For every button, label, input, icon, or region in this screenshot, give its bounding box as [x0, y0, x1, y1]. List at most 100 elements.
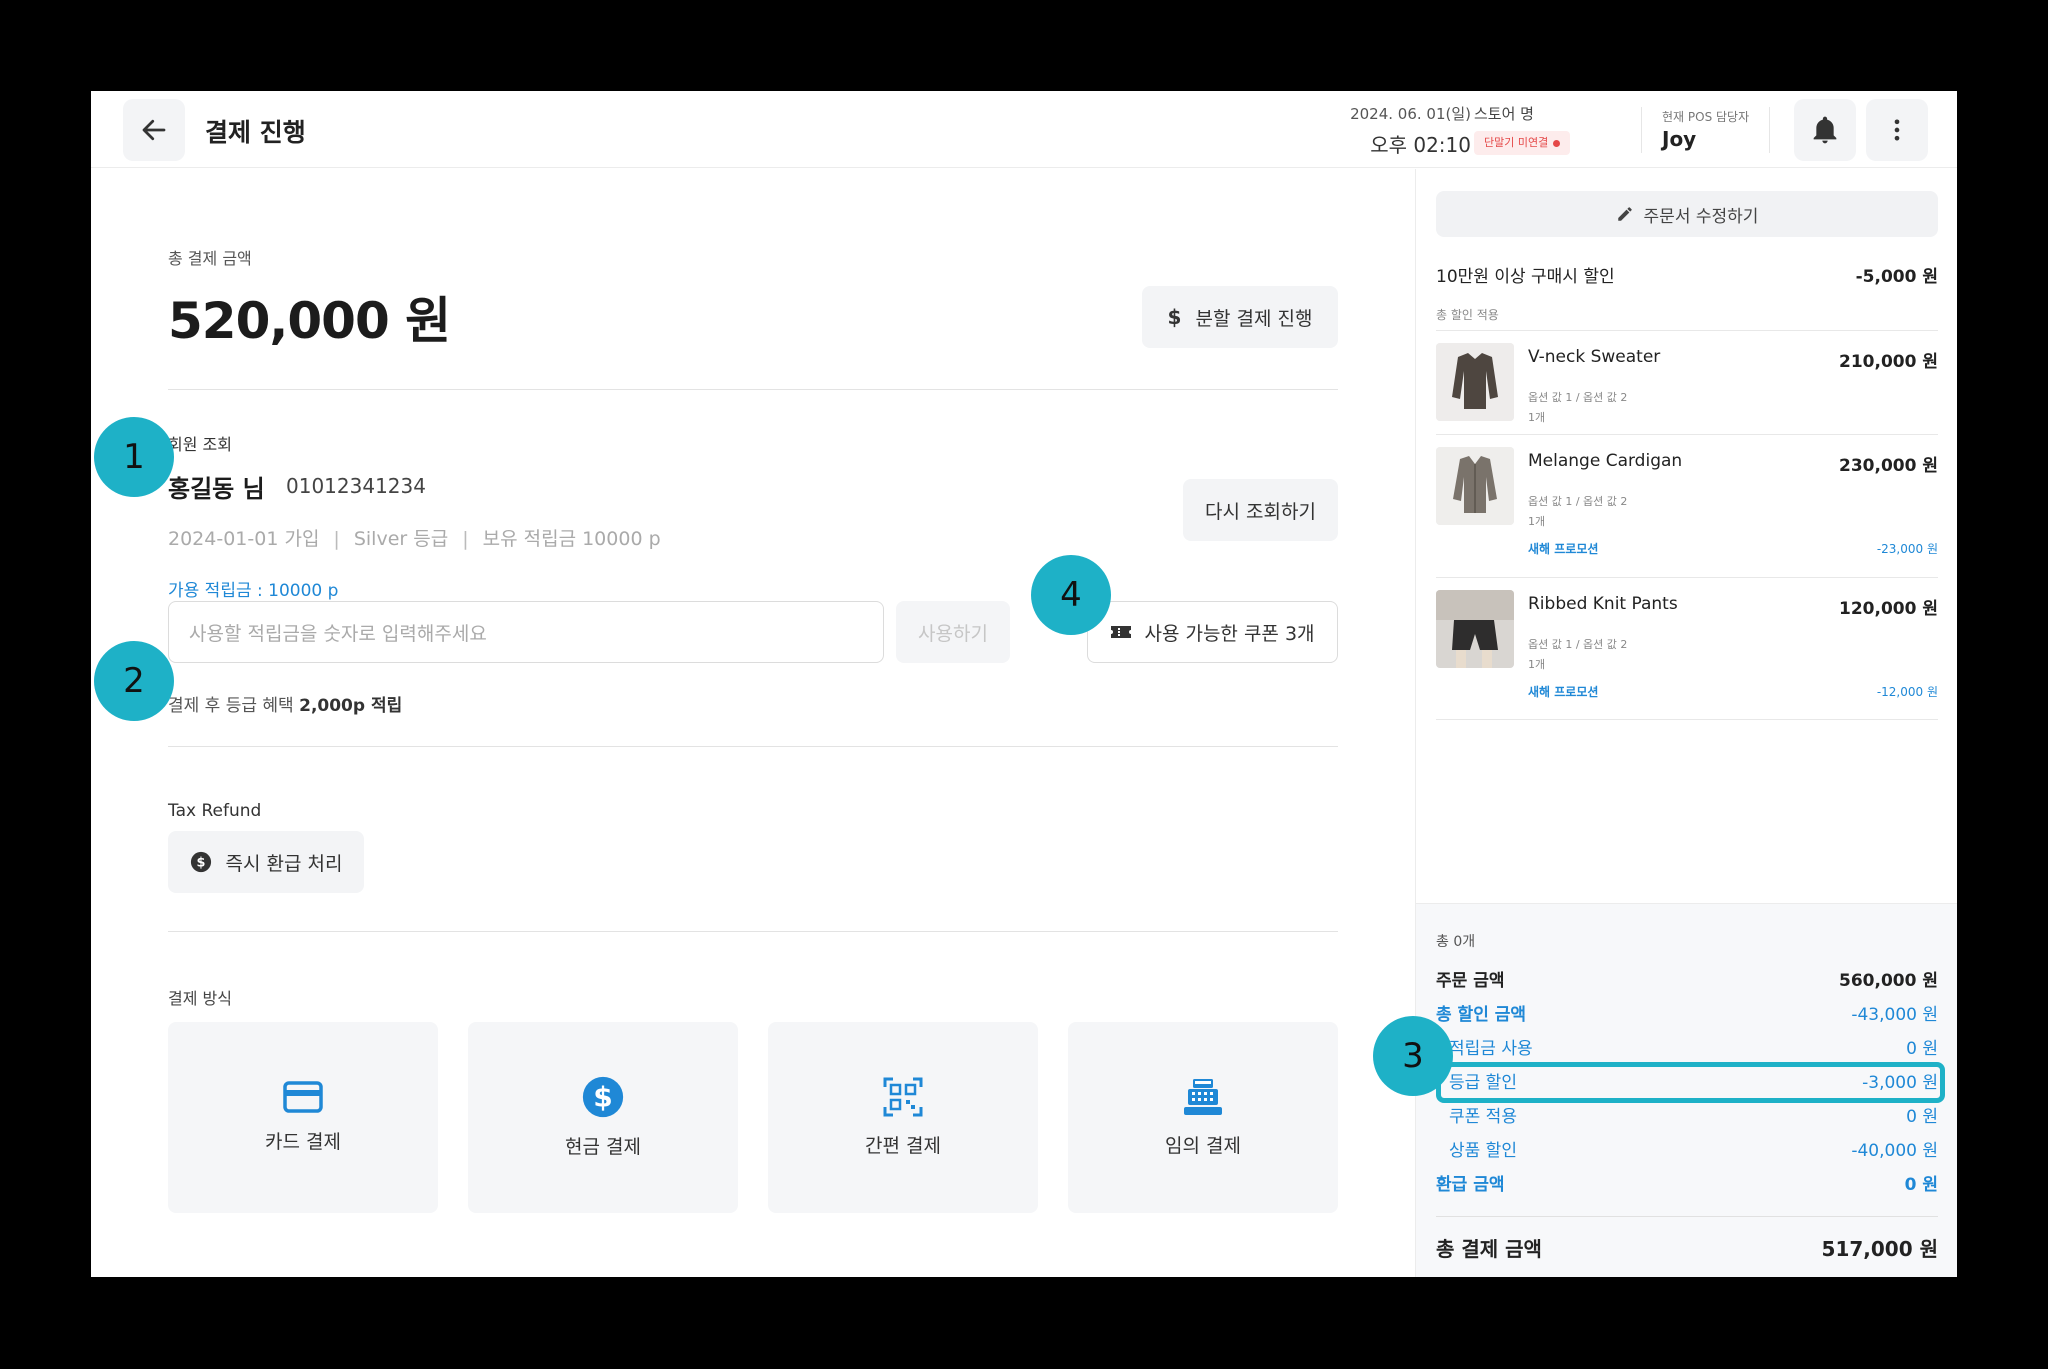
dollar-circle-icon: $ [582, 1076, 624, 1118]
device-status-text: 단말기 미연결 [1484, 136, 1549, 149]
annotation-marker-4: 4 [1031, 555, 1111, 635]
item-count: 총 0개 [1436, 934, 1476, 950]
simple-payment-label: 간편 결제 [865, 1135, 941, 1157]
item-options: 옵션 값 1 / 옵션 값 2 [1528, 495, 1628, 508]
arrow-left-icon [142, 119, 166, 141]
payment-method-label: 결제 방식 [168, 989, 232, 1008]
item-price: 230,000 원 [1839, 456, 1938, 476]
final-total-row: 총 결제 금액 517,000 원 [1436, 1233, 1938, 1262]
back-button[interactable] [123, 99, 185, 161]
order-promo-label: 10만원 이상 구매시 할인 [1436, 267, 1615, 287]
qr-code-icon [883, 1077, 923, 1117]
points-used-value: 0 원 [1906, 1039, 1938, 1059]
edit-order-label: 주문서 수정하기 [1643, 206, 1759, 227]
staff-name: Joy [1662, 127, 1697, 151]
divider [1641, 107, 1642, 153]
refund-amount-row: 환급 금액 0 원 [1436, 1170, 1938, 1195]
pencil-icon [1617, 207, 1632, 221]
custom-payment-button[interactable]: 임의 결제 [1068, 1022, 1338, 1213]
order-amount-label: 주문 금액 [1436, 971, 1505, 991]
order-item[interactable]: Melange Cardigan 230,000 원 옵션 값 1 / 옵션 값… [1436, 434, 1938, 577]
member-section-label: 회원 조회 [168, 435, 232, 454]
notification-button[interactable] [1794, 99, 1856, 161]
product-image [1436, 590, 1514, 668]
total-label: 총 결제 금액 [168, 249, 252, 268]
divider [1436, 1216, 1938, 1217]
refund-amount-value: 0 원 [1904, 1175, 1938, 1195]
coupon-applied-row: 쿠폰 적용 0 원 [1449, 1102, 1938, 1127]
points-used-label: 적립금 사용 [1449, 1039, 1533, 1059]
grade-benefit: 결제 후 등급 혜택 2,000p 적립 [168, 691, 402, 716]
pants-image [1436, 590, 1514, 668]
item-name: Melange Cardigan [1528, 451, 1683, 471]
more-menu-button[interactable] [1866, 99, 1928, 161]
annotation-marker-1: 1 [94, 417, 174, 497]
custom-payment-label: 임의 결제 [1165, 1135, 1241, 1157]
payment-main: 총 결제 금액 520,000 원 $ 분할 결제 진행 회원 조회 홍길동 님… [91, 169, 1415, 1277]
card-payment-button[interactable]: 카드 결제 [168, 1022, 438, 1213]
current-time: 오후 02:10 [1370, 133, 1471, 157]
device-status-badge: 단말기 미연결 [1474, 131, 1571, 155]
order-item[interactable]: Ribbed Knit Pants 120,000 원 옵션 값 1 / 옵션 … [1436, 577, 1938, 720]
tax-refund-label: Tax Refund [168, 801, 262, 821]
instant-refund-label: 즉시 환급 처리 [225, 852, 343, 875]
divider [1769, 107, 1770, 153]
divider [168, 746, 1338, 747]
dollar-icon: $ [1167, 305, 1182, 329]
item-price: 120,000 원 [1839, 599, 1938, 619]
annotation-marker-3: 3 [1373, 1016, 1453, 1096]
points-input[interactable]: 사용할 적립금을 숫자로 입력해주세요 [168, 601, 884, 663]
credit-card-icon [283, 1081, 323, 1113]
total-discount-row: 총 할인 금액 -43,000 원 [1436, 1000, 1938, 1025]
order-promo-sub: 총 할인 적용 [1436, 308, 1499, 322]
final-total-label: 총 결제 금액 [1436, 1237, 1542, 1261]
total-discount-value: -43,000 원 [1851, 1005, 1938, 1025]
points-used-row: 적립금 사용 0 원 [1449, 1034, 1938, 1059]
instant-refund-button[interactable]: $ 즉시 환급 처리 [168, 831, 364, 893]
order-item[interactable]: V-neck Sweater 210,000 원 옵션 값 1 / 옵션 값 2… [1436, 330, 1938, 434]
item-qty: 1개 [1528, 658, 1546, 671]
coupon-applied-value: 0 원 [1906, 1107, 1938, 1127]
divider [168, 931, 1338, 932]
member-join-date: 2024-01-01 가입 [168, 528, 320, 550]
product-image [1436, 447, 1514, 525]
item-name: Ribbed Knit Pants [1528, 594, 1678, 614]
refund-amount-label: 환급 금액 [1436, 1175, 1505, 1195]
item-options: 옵션 값 1 / 옵션 값 2 [1528, 638, 1628, 651]
cash-register-icon [1184, 1079, 1222, 1115]
divider [168, 389, 1338, 390]
cash-payment-button[interactable]: $ 현금 결제 [468, 1022, 738, 1213]
requery-member-button[interactable]: 다시 조회하기 [1183, 479, 1338, 541]
split-payment-label: 분할 결제 진행 [1195, 307, 1313, 330]
item-promo-name: 새해 프로모션 [1528, 685, 1599, 699]
grade-discount-highlight [1436, 1062, 1945, 1103]
card-payment-label: 카드 결제 [265, 1131, 341, 1153]
product-discount-row: 상품 할인 -40,000 원 [1449, 1136, 1938, 1161]
edit-order-button[interactable]: 주문서 수정하기 [1436, 191, 1938, 237]
coupon-label: 사용 가능한 쿠폰 3개 [1144, 622, 1315, 645]
product-image [1436, 343, 1514, 421]
available-coupons-button[interactable]: 사용 가능한 쿠폰 3개 [1087, 601, 1338, 663]
use-points-button[interactable]: 사용하기 [896, 601, 1010, 663]
current-date: 2024. 06. 01(일) [1350, 105, 1471, 123]
requery-label: 다시 조회하기 [1205, 500, 1316, 523]
item-promo-amount: -23,000 원 [1876, 542, 1938, 556]
sweater-image [1436, 343, 1514, 421]
cardigan-image [1436, 447, 1514, 525]
store-name: 스토어 명 [1474, 105, 1534, 123]
item-promo-name: 새해 프로모션 [1528, 542, 1599, 556]
final-total-value: 517,000 원 [1821, 1237, 1938, 1261]
grade-benefit-value: 2,000p 적립 [299, 696, 403, 716]
item-name: V-neck Sweater [1528, 347, 1661, 367]
simple-payment-button[interactable]: 간편 결제 [768, 1022, 1038, 1213]
item-options: 옵션 값 1 / 옵션 값 2 [1528, 391, 1628, 404]
bell-icon [1813, 116, 1837, 144]
member-phone: 01012341234 [286, 474, 426, 498]
split-payment-button[interactable]: $ 분할 결제 진행 [1142, 286, 1338, 348]
item-price: 210,000 원 [1839, 352, 1938, 372]
device-frame: 결제 진행 2024. 06. 01(일) 오후 02:10 스토어 명 단말기… [0, 0, 2048, 1369]
available-points: 가용 적립금 : 10000 p [168, 581, 339, 601]
more-vertical-icon [1894, 119, 1900, 141]
page-title: 결제 진행 [205, 118, 306, 147]
item-promo-amount: -12,000 원 [1876, 685, 1938, 699]
